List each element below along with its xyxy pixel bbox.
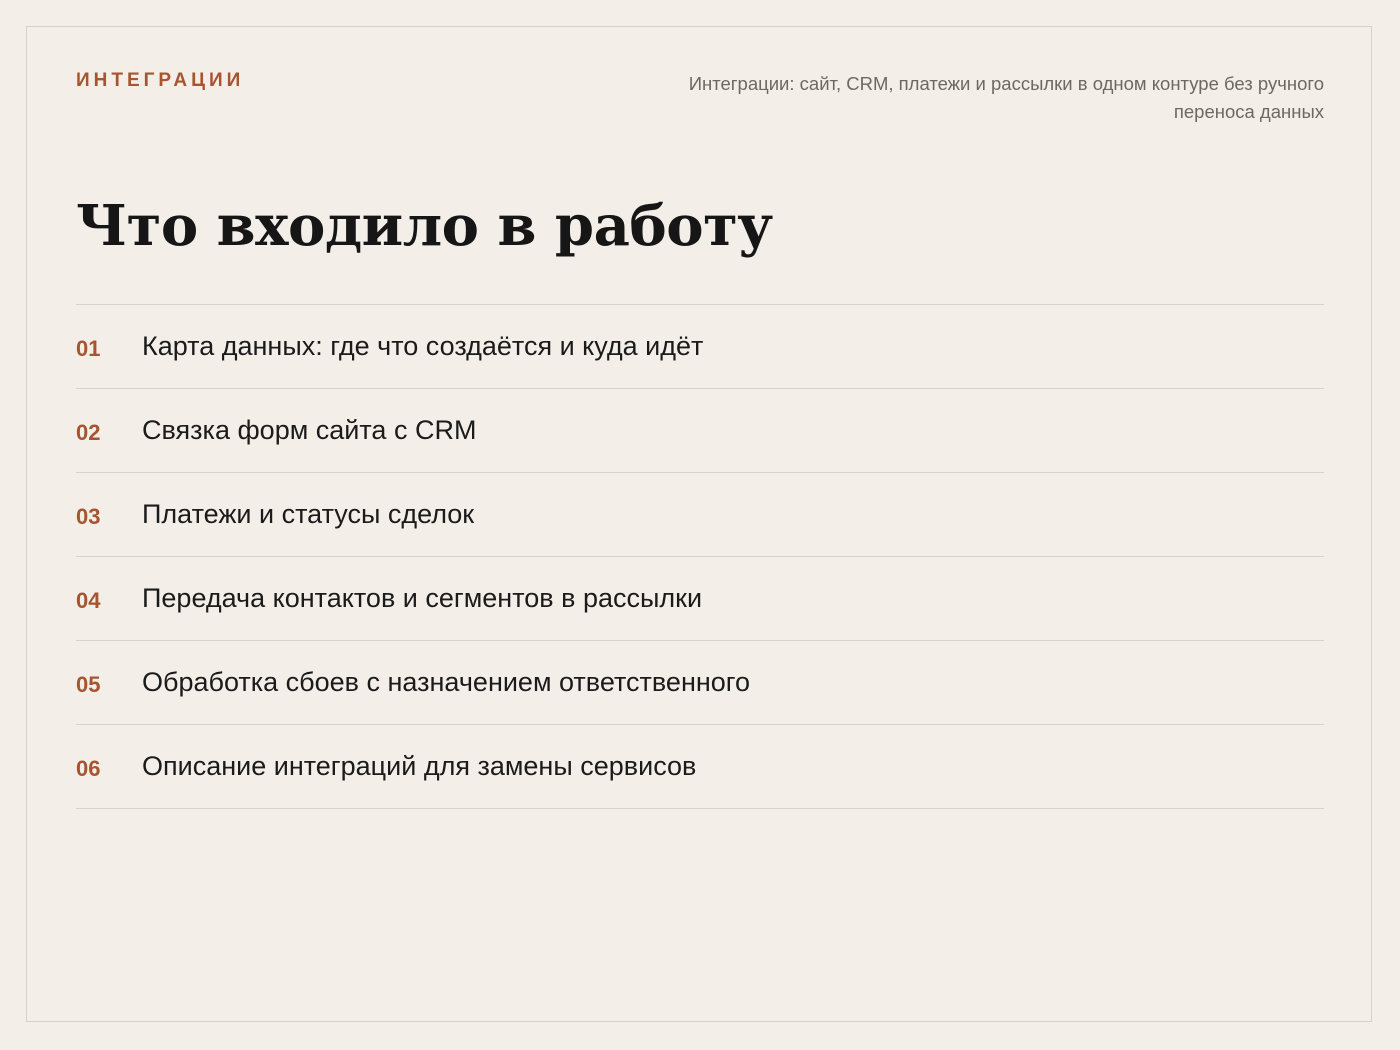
item-text: Описание интеграций для замены сервисов	[142, 751, 697, 781]
section-subtitle: Интеграции: сайт, CRM, платежи и рассылк…	[688, 73, 1324, 122]
list-item: 05 Обработка сбоев с назначением ответст…	[76, 641, 1324, 725]
item-text: Передача контактов и сегментов в рассылк…	[142, 583, 703, 613]
item-number: 06	[76, 755, 101, 781]
item-text: Карта данных: где что создаётся и куда и…	[142, 331, 704, 361]
section-eyebrow: ИНТЕГРАЦИИ	[76, 70, 245, 91]
list-item: 04 Передача контактов и сегментов в расс…	[76, 557, 1324, 641]
list-item: 01 Карта данных: где что создаётся и куд…	[76, 305, 1324, 389]
item-number: 02	[76, 419, 101, 445]
work-items-list: 01 Карта данных: где что создаётся и куд…	[76, 304, 1324, 809]
item-text: Платежи и статусы сделок	[142, 499, 475, 529]
list-item: 03 Платежи и статусы сделок	[76, 473, 1324, 557]
list-item: 06 Описание интеграций для замены сервис…	[76, 725, 1324, 809]
item-number: 03	[76, 503, 101, 529]
list-item: 02 Связка форм сайта с CRM	[76, 389, 1324, 473]
item-number: 04	[76, 587, 101, 613]
item-number: 05	[76, 671, 101, 697]
item-number: 01	[76, 335, 101, 361]
item-text: Связка форм сайта с CRM	[142, 415, 477, 445]
page-title: Что входило в работу	[76, 193, 773, 259]
item-text: Обработка сбоев с назначением ответствен…	[142, 667, 751, 697]
